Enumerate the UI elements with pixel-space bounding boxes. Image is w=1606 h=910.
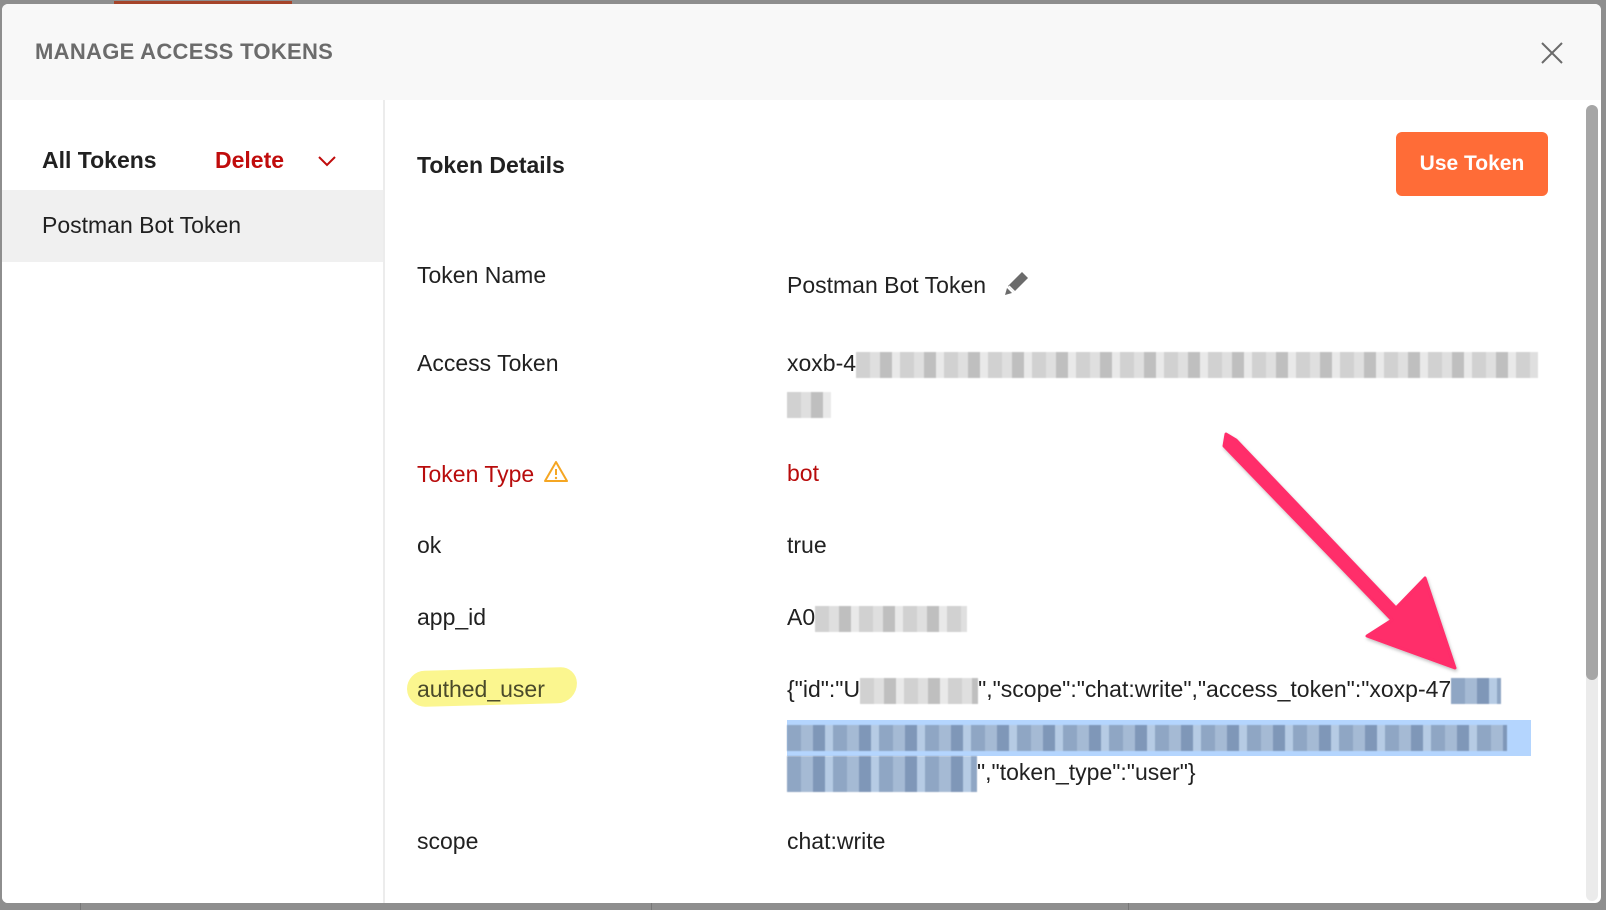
token-list-item[interactable]: Postman Bot Token (2, 190, 383, 262)
manage-access-tokens-modal: MANAGE ACCESS TOKENS All Tokens Delete P… (2, 4, 1601, 903)
app-id-value: A0 (787, 604, 968, 632)
edit-token-name-button[interactable] (1004, 270, 1030, 296)
background-divider (651, 903, 652, 910)
app-id-prefix: A0 (787, 604, 816, 630)
authed-user-value-line3: ","token_type":"user"} (787, 756, 1196, 792)
chevron-down-icon (318, 156, 336, 167)
token-list-header: All Tokens Delete (2, 100, 383, 190)
authed-user-label: authed_user (417, 676, 545, 702)
pencil-icon (1005, 272, 1029, 295)
redacted-user-token-blur (1451, 677, 1502, 704)
token-details-title: Token Details (417, 152, 565, 178)
scrollbar-thumb[interactable] (1586, 105, 1598, 680)
token-list-panel: All Tokens Delete Postman Bot Token (2, 100, 385, 903)
ok-value: true (787, 532, 827, 558)
redacted-user-token-blur (787, 756, 977, 792)
token-name-text: Postman Bot Token (787, 272, 987, 298)
scope-value: chat:write (787, 828, 886, 854)
redacted-token-blur (787, 391, 831, 418)
token-name-label: Token Name (417, 262, 547, 288)
access-token-label: Access Token (417, 350, 559, 376)
redacted-token-blur (856, 351, 1539, 378)
token-type-label: Token Type (417, 460, 569, 488)
modal-title: MANAGE ACCESS TOKENS (35, 39, 334, 64)
app-id-label: app_id (417, 604, 487, 630)
scope-label: scope (417, 828, 479, 854)
authed-user-part1: {"id":"U (787, 676, 861, 702)
background-divider (80, 903, 81, 910)
delete-dropdown-button[interactable] (315, 149, 339, 173)
token-type-label-text: Token Type (417, 461, 535, 487)
access-token-prefix: xoxb-4 (787, 350, 857, 376)
close-icon (1541, 42, 1563, 64)
redacted-user-token-blur (787, 725, 1507, 751)
warning-icon[interactable] (544, 460, 569, 484)
redacted-app-id-blur (815, 605, 968, 632)
all-tokens-heading: All Tokens (42, 147, 157, 173)
close-button[interactable] (1539, 40, 1565, 66)
authed-user-part2: ","scope":"chat:write","access_token":"x… (978, 676, 1452, 702)
delete-button[interactable]: Delete (215, 147, 284, 174)
use-token-button[interactable]: Use Token (1396, 132, 1548, 196)
token-details-panel: Token Details Use Token Token Name Postm… (385, 100, 1601, 903)
authed-user-value-line1: {"id":"U ","scope":"chat:write","access_t… (787, 676, 1502, 704)
access-token-value-line2 (787, 390, 831, 418)
authed-user-value-line2 (787, 720, 1531, 756)
access-token-value: xoxb-4 (787, 350, 1539, 378)
token-name-value: Postman Bot Token (787, 270, 1030, 299)
modal-header: MANAGE ACCESS TOKENS (2, 4, 1601, 100)
redacted-user-id-blur (860, 677, 979, 704)
authed-user-part3: ","token_type":"user"} (977, 759, 1196, 786)
token-type-value: bot (787, 460, 819, 486)
ok-label: ok (417, 532, 442, 558)
background-divider (1128, 903, 1129, 910)
token-list-item-label: Postman Bot Token (42, 212, 242, 238)
